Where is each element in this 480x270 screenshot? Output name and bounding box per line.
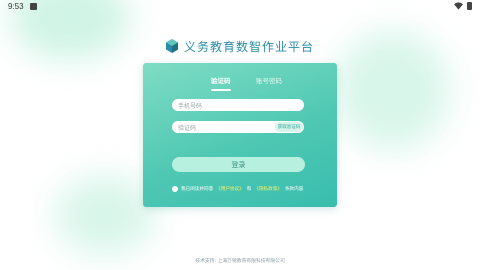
brand-header: 义务教育数智作业平台 (0, 37, 480, 55)
login-button[interactable]: 登录 (172, 157, 305, 172)
login-tabs: 验证码 账号密码 (143, 75, 337, 93)
privacy-policy-link[interactable]: 《隐私政策》 (254, 186, 282, 192)
agreement-suffix: 条款内容 (284, 187, 304, 192)
app-title: 义务教育数智作业平台 (183, 39, 314, 54)
tab-sms-code[interactable]: 验证码 (211, 75, 231, 85)
agreement-and: 和 (246, 187, 252, 192)
tab-account-password[interactable]: 账号密码 (256, 75, 282, 85)
status-time: 9:53 (8, 2, 24, 11)
wifi-icon (454, 2, 463, 10)
code-placeholder: 验证码 (178, 124, 197, 132)
code-input[interactable]: 验证码 获取验证码 (172, 121, 304, 133)
phone-placeholder: 手机号码 (178, 102, 203, 110)
status-bar: 9:53 (0, 0, 480, 14)
status-icons (454, 2, 472, 10)
active-tab-indicator (211, 89, 231, 91)
agreement-row: 我已阅读并同意 《用户协议》 和 《隐私政策》 条款内容 (172, 184, 337, 194)
phone-input[interactable]: 手机号码 (172, 99, 304, 111)
agreement-prefix: 我已阅读并同意 (181, 187, 214, 192)
notification-icon (30, 3, 37, 10)
get-code-button[interactable]: 获取验证码 (275, 122, 303, 132)
cube-logo-icon (165, 39, 178, 53)
footer-support-text: 技术支持: 上海万锐教育有限科技有限公司 (195, 259, 285, 264)
user-agreement-link[interactable]: 《用户协议》 (216, 186, 244, 192)
login-card: 验证码 账号密码 手机号码 验证码 获取验证码 登录 我已阅读并同意 《用户协议… (143, 63, 337, 207)
battery-icon (467, 2, 472, 10)
background-blob (55, 175, 155, 255)
agree-checkbox[interactable] (172, 186, 178, 192)
